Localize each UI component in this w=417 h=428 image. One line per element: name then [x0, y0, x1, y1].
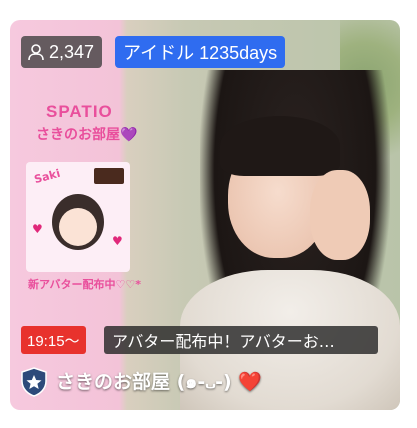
avatar-face — [59, 208, 97, 246]
poster-room-title: さきのお部屋💜 — [36, 127, 138, 143]
start-time-badge: 19:15～ — [21, 326, 86, 354]
room-info[interactable]: さきのお部屋 (๑-᎑-) ❤️ — [18, 366, 262, 398]
heart-icon: ♥ — [32, 222, 43, 236]
photo-hand — [310, 170, 370, 260]
stream-title-text: アバター配布中！アバターお… — [112, 332, 335, 351]
photo-bangs — [220, 116, 340, 176]
avatar-illustration: Saki ♥ ♥ — [26, 162, 130, 272]
stream-title: アバター配布中！アバターお… — [104, 326, 378, 354]
art-badge — [94, 168, 124, 184]
star-shield-icon — [21, 367, 47, 397]
person-icon — [28, 44, 44, 61]
heart-icon: ♥ — [112, 234, 123, 248]
viewer-count-badge: 2,347 — [21, 36, 103, 68]
category-tag[interactable]: アイドル 1235days — [115, 36, 286, 68]
art-label: Saki — [32, 166, 62, 187]
room-name[interactable]: さきのお部屋 (๑-᎑-) ❤️ — [56, 367, 262, 397]
poster-brand: SPATIO — [46, 102, 113, 121]
poster-promo: 新アバター配布中♡♡* — [28, 278, 142, 291]
viewer-count: 2,347 — [49, 41, 95, 62]
